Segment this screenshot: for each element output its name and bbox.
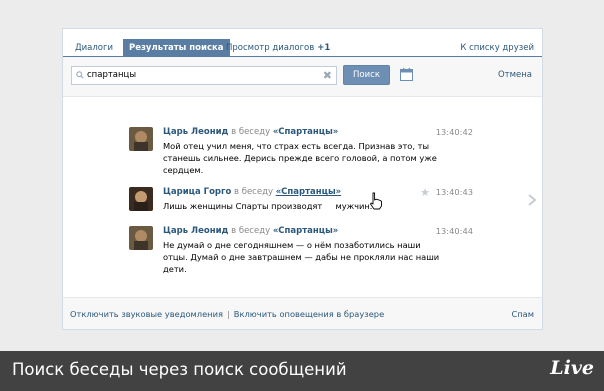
- search-input-value: спартанцы: [87, 70, 137, 80]
- hand-cursor-icon: [370, 192, 382, 210]
- tab-dialogs[interactable]: Диалоги: [69, 39, 119, 57]
- search-icon: [76, 71, 84, 79]
- search-input[interactable]: спартанцы ✖: [71, 66, 337, 85]
- in-chat-prefix: в беседу: [231, 226, 271, 236]
- message-item[interactable]: Царица Горго в беседу «Спартанцы» Лишь ж…: [129, 186, 537, 217]
- browser-notifications-link[interactable]: Включить оповещения в браузере: [234, 309, 384, 319]
- message-time: 13:40:42: [435, 127, 473, 137]
- message-text: Не думай о дне сегодняшнем — о нём позаб…: [163, 240, 440, 274]
- live-logo: Live: [550, 357, 594, 379]
- message-body: Царь Леонид в беседу «Спартанцы» Не дума…: [163, 226, 443, 275]
- avatar[interactable]: [129, 226, 153, 250]
- footer-links: Отключить звуковые уведомления | Включить …: [70, 309, 384, 319]
- message-header: Царь Леонид в беседу «Спартанцы»: [163, 226, 443, 237]
- message-text: Лишь женщины Спарты производят мужчин.: [163, 201, 373, 211]
- message-body: Царь Леонид в беседу «Спартанцы» Мой оте…: [163, 127, 443, 176]
- tab-view-dialogs-label: Просмотр диалогов: [226, 43, 315, 53]
- chat-link[interactable]: «Спартанцы»: [273, 127, 338, 137]
- message-header: Царица Горго в беседу «Спартанцы»: [163, 187, 443, 198]
- footer: Отключить звуковые уведомления | Включить …: [63, 297, 542, 329]
- message-text: Мой отец учил меня, что страх есть всегд…: [163, 141, 437, 175]
- chat-link[interactable]: «Спартанцы»: [273, 226, 338, 236]
- message-header: Царь Леонид в беседу «Спартанцы»: [163, 127, 443, 138]
- in-chat-prefix: в беседу: [233, 187, 273, 197]
- chat-link[interactable]: «Спартанцы»: [276, 187, 341, 197]
- avatar[interactable]: [129, 187, 153, 211]
- search-row: спартанцы ✖ Поиск Отмена: [63, 57, 542, 97]
- message-time: 13:40:44: [435, 226, 473, 236]
- message-body: Царица Горго в беседу «Спартанцы» Лишь ж…: [163, 187, 443, 212]
- in-chat-prefix: в беседу: [231, 127, 271, 137]
- author-link[interactable]: Царь Леонид: [163, 127, 228, 137]
- tab-view-dialogs[interactable]: Просмотр диалогов +1: [220, 39, 336, 57]
- caption-text: Поиск беседы через поиск сообщений: [12, 360, 347, 379]
- message-item[interactable]: Царь Леонид в беседу «Спартанцы» Мой оте…: [129, 127, 531, 177]
- clear-icon[interactable]: ✖: [323, 67, 332, 84]
- friends-list-link[interactable]: К списку друзей: [460, 39, 534, 57]
- tab-bar: Диалоги Результаты поиска Просмотр диало…: [63, 29, 542, 57]
- avatar[interactable]: [129, 127, 153, 151]
- message-time: 13:40:43: [435, 187, 473, 197]
- caption-bar: Поиск беседы через поиск сообщений Live: [0, 351, 604, 391]
- chevron-right-icon[interactable]: [527, 194, 537, 206]
- footer-separator: |: [227, 309, 230, 319]
- author-link[interactable]: Царь Леонид: [163, 226, 228, 236]
- sound-notifications-link[interactable]: Отключить звуковые уведомления: [70, 309, 223, 319]
- tab-view-dialogs-count: +1: [317, 43, 331, 53]
- star-icon[interactable]: ★: [420, 186, 430, 199]
- messages-window: Диалоги Результаты поиска Просмотр диало…: [62, 28, 543, 330]
- search-button[interactable]: Поиск: [343, 65, 390, 85]
- cancel-link[interactable]: Отмена: [498, 66, 532, 85]
- tab-search-results[interactable]: Результаты поиска: [123, 39, 230, 57]
- spam-link[interactable]: Спам: [511, 309, 534, 319]
- calendar-icon[interactable]: [400, 68, 413, 81]
- author-link[interactable]: Царица Горго: [163, 187, 231, 197]
- message-item[interactable]: Царь Леонид в беседу «Спартанцы» Не дума…: [129, 226, 531, 274]
